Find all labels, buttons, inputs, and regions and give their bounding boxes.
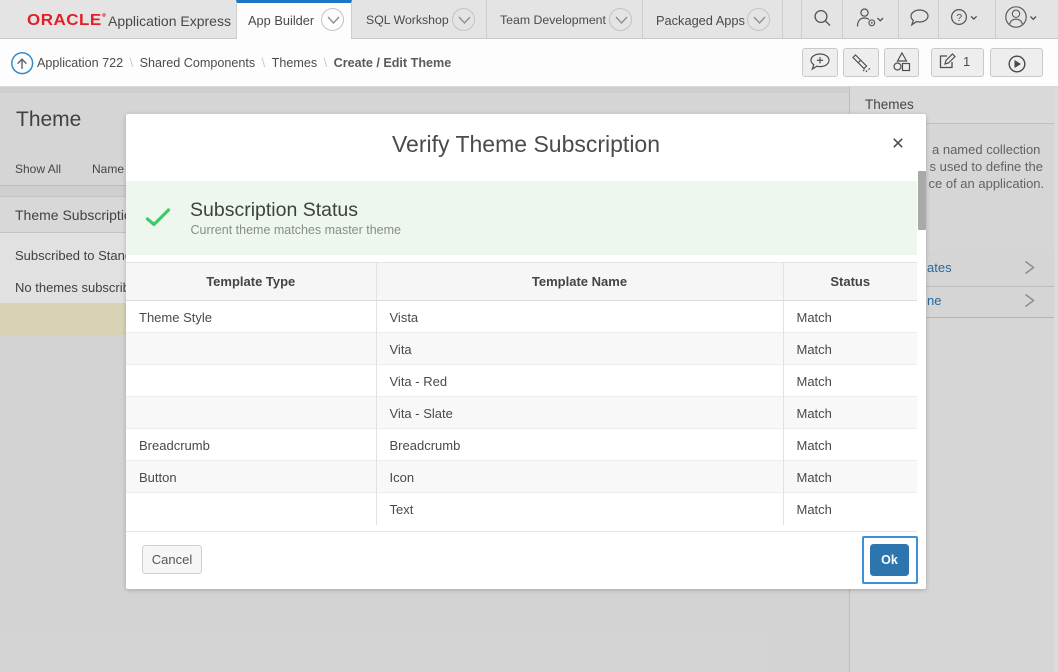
svg-text:?: ? — [956, 12, 962, 24]
svg-text:ORACLE: ORACLE — [27, 11, 102, 28]
